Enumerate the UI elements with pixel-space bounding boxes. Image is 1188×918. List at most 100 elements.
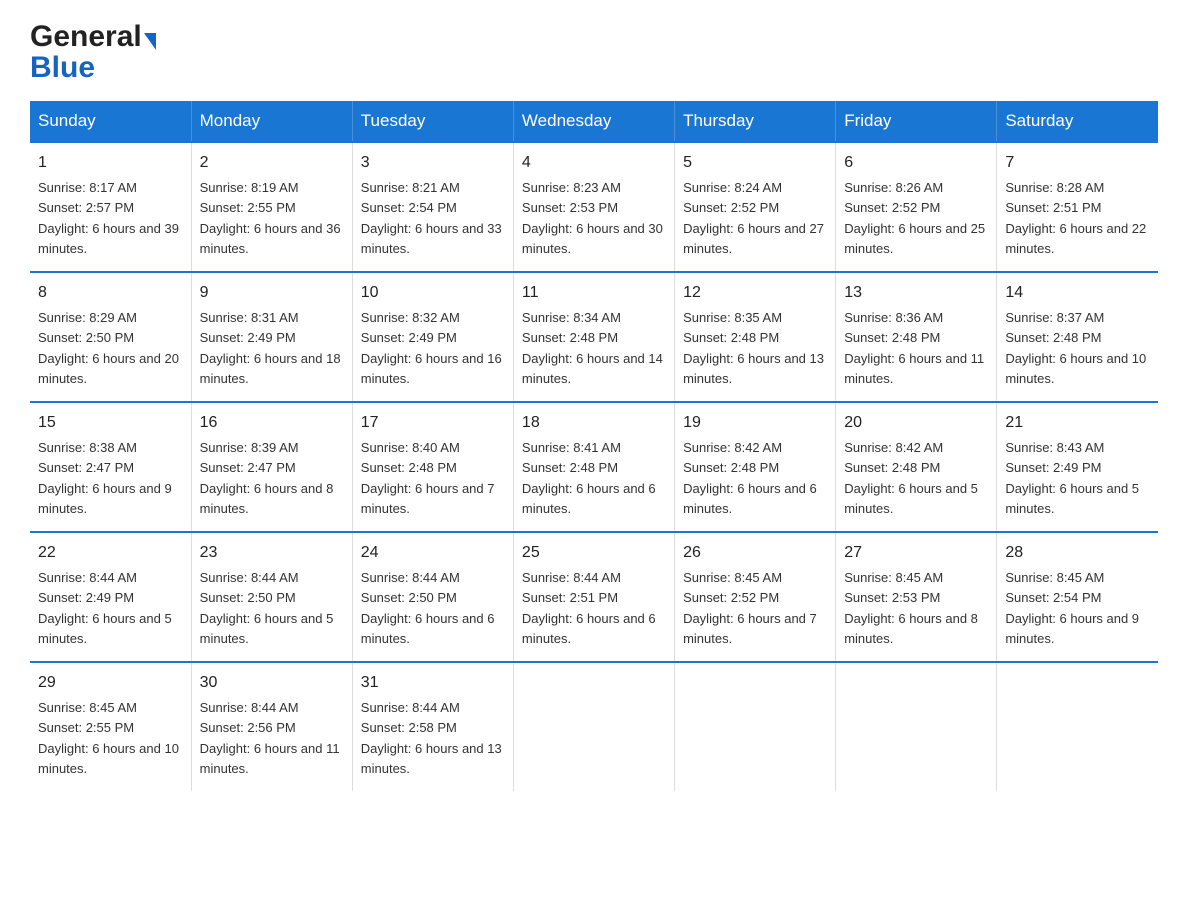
- day-info: Sunrise: 8:23 AMSunset: 2:53 PMDaylight:…: [522, 180, 663, 256]
- calendar-cell: 18 Sunrise: 8:41 AMSunset: 2:48 PMDayligh…: [513, 402, 674, 532]
- logo-blue: Blue: [30, 54, 95, 81]
- calendar-week-4: 22 Sunrise: 8:44 AMSunset: 2:49 PMDayligh…: [30, 532, 1158, 662]
- day-info: Sunrise: 8:36 AMSunset: 2:48 PMDaylight:…: [844, 310, 984, 386]
- day-number: 13: [844, 281, 988, 305]
- weekday-header-saturday: Saturday: [997, 101, 1158, 142]
- calendar-cell: 3Sunrise: 8:21 AMSunset: 2:54 PMDaylight…: [352, 142, 513, 272]
- day-info: Sunrise: 8:44 AMSunset: 2:56 PMDaylight:…: [200, 700, 340, 776]
- day-number: 5: [683, 151, 827, 175]
- day-info: Sunrise: 8:44 AMSunset: 2:58 PMDaylight:…: [361, 700, 502, 776]
- calendar-cell: 22 Sunrise: 8:44 AMSunset: 2:49 PMDayligh…: [30, 532, 191, 662]
- day-number: 19: [683, 411, 827, 435]
- calendar-cell: 21Sunrise: 8:43 AMSunset: 2:49 PMDayligh…: [997, 402, 1158, 532]
- calendar-header: SundayMondayTuesdayWednesdayThursdayFrid…: [30, 101, 1158, 142]
- calendar-cell: 16Sunrise: 8:39 AMSunset: 2:47 PMDayligh…: [191, 402, 352, 532]
- day-info: Sunrise: 8:44 AMSunset: 2:50 PMDaylight:…: [361, 570, 495, 646]
- calendar-cell: 7Sunrise: 8:28 AMSunset: 2:51 PMDaylight…: [997, 142, 1158, 272]
- calendar-cell: [836, 662, 997, 791]
- calendar-week-1: 1 Sunrise: 8:17 AMSunset: 2:57 PMDaylight…: [30, 142, 1158, 272]
- day-number: 25: [522, 541, 666, 565]
- day-number: 8: [38, 281, 183, 305]
- weekday-header-monday: Monday: [191, 101, 352, 142]
- calendar-cell: 20 Sunrise: 8:42 AMSunset: 2:48 PMDayligh…: [836, 402, 997, 532]
- calendar-cell: 5 Sunrise: 8:24 AMSunset: 2:52 PMDaylight…: [675, 142, 836, 272]
- calendar-cell: 26 Sunrise: 8:45 AMSunset: 2:52 PMDayligh…: [675, 532, 836, 662]
- day-number: 11: [522, 281, 666, 305]
- day-info: Sunrise: 8:19 AMSunset: 2:55 PMDaylight:…: [200, 180, 341, 256]
- calendar-cell: 9 Sunrise: 8:31 AMSunset: 2:49 PMDaylight…: [191, 272, 352, 402]
- calendar-cell: 29 Sunrise: 8:45 AMSunset: 2:55 PMDayligh…: [30, 662, 191, 791]
- day-number: 26: [683, 541, 827, 565]
- day-number: 20: [844, 411, 988, 435]
- weekday-header-tuesday: Tuesday: [352, 101, 513, 142]
- calendar-cell: 25 Sunrise: 8:44 AMSunset: 2:51 PMDayligh…: [513, 532, 674, 662]
- calendar-cell: 8 Sunrise: 8:29 AMSunset: 2:50 PMDaylight…: [30, 272, 191, 402]
- calendar-cell: 11 Sunrise: 8:34 AMSunset: 2:48 PMDayligh…: [513, 272, 674, 402]
- day-info: Sunrise: 8:32 AMSunset: 2:49 PMDaylight:…: [361, 310, 502, 386]
- weekday-header-wednesday: Wednesday: [513, 101, 674, 142]
- day-info: Sunrise: 8:34 AMSunset: 2:48 PMDaylight:…: [522, 310, 663, 386]
- weekday-header-thursday: Thursday: [675, 101, 836, 142]
- calendar-week-5: 29 Sunrise: 8:45 AMSunset: 2:55 PMDayligh…: [30, 662, 1158, 791]
- day-info: Sunrise: 8:43 AMSunset: 2:49 PMDaylight:…: [1005, 440, 1139, 516]
- day-number: 29: [38, 671, 183, 695]
- calendar-cell: 17Sunrise: 8:40 AMSunset: 2:48 PMDayligh…: [352, 402, 513, 532]
- weekday-header-sunday: Sunday: [30, 101, 191, 142]
- day-info: Sunrise: 8:37 AMSunset: 2:48 PMDaylight:…: [1005, 310, 1146, 386]
- day-info: Sunrise: 8:40 AMSunset: 2:48 PMDaylight:…: [361, 440, 495, 516]
- day-number: 10: [361, 281, 505, 305]
- day-info: Sunrise: 8:38 AMSunset: 2:47 PMDaylight:…: [38, 440, 172, 516]
- calendar-cell: 31Sunrise: 8:44 AMSunset: 2:58 PMDayligh…: [352, 662, 513, 791]
- calendar-cell: [997, 662, 1158, 791]
- weekday-header-friday: Friday: [836, 101, 997, 142]
- day-number: 4: [522, 151, 666, 175]
- calendar-table: SundayMondayTuesdayWednesdayThursdayFrid…: [30, 101, 1158, 791]
- day-info: Sunrise: 8:45 AMSunset: 2:54 PMDaylight:…: [1005, 570, 1139, 646]
- day-info: Sunrise: 8:45 AMSunset: 2:55 PMDaylight:…: [38, 700, 179, 776]
- page-header: General Blue: [30, 20, 1158, 81]
- day-info: Sunrise: 8:29 AMSunset: 2:50 PMDaylight:…: [38, 310, 179, 386]
- day-number: 30: [200, 671, 344, 695]
- calendar-cell: 14 Sunrise: 8:37 AMSunset: 2:48 PMDayligh…: [997, 272, 1158, 402]
- calendar-cell: 1 Sunrise: 8:17 AMSunset: 2:57 PMDaylight…: [30, 142, 191, 272]
- day-info: Sunrise: 8:35 AMSunset: 2:48 PMDaylight:…: [683, 310, 824, 386]
- calendar-cell: [675, 662, 836, 791]
- calendar-cell: 23Sunrise: 8:44 AMSunset: 2:50 PMDayligh…: [191, 532, 352, 662]
- day-info: Sunrise: 8:17 AMSunset: 2:57 PMDaylight:…: [38, 180, 179, 256]
- day-info: Sunrise: 8:31 AMSunset: 2:49 PMDaylight:…: [200, 310, 341, 386]
- day-number: 22: [38, 541, 183, 565]
- day-info: Sunrise: 8:44 AMSunset: 2:51 PMDaylight:…: [522, 570, 656, 646]
- day-number: 24: [361, 541, 505, 565]
- day-info: Sunrise: 8:45 AMSunset: 2:52 PMDaylight:…: [683, 570, 817, 646]
- day-info: Sunrise: 8:24 AMSunset: 2:52 PMDaylight:…: [683, 180, 824, 256]
- day-number: 23: [200, 541, 344, 565]
- calendar-cell: 4 Sunrise: 8:23 AMSunset: 2:53 PMDaylight…: [513, 142, 674, 272]
- day-number: 18: [522, 411, 666, 435]
- day-info: Sunrise: 8:41 AMSunset: 2:48 PMDaylight:…: [522, 440, 656, 516]
- day-number: 14: [1005, 281, 1150, 305]
- day-number: 2: [200, 151, 344, 175]
- day-number: 7: [1005, 151, 1150, 175]
- logo-general: General: [30, 20, 142, 54]
- calendar-cell: 2 Sunrise: 8:19 AMSunset: 2:55 PMDaylight…: [191, 142, 352, 272]
- day-number: 15: [38, 411, 183, 435]
- day-info: Sunrise: 8:42 AMSunset: 2:48 PMDaylight:…: [844, 440, 978, 516]
- calendar-week-3: 15 Sunrise: 8:38 AMSunset: 2:47 PMDayligh…: [30, 402, 1158, 532]
- calendar-cell: 15 Sunrise: 8:38 AMSunset: 2:47 PMDayligh…: [30, 402, 191, 532]
- day-number: 3: [361, 151, 505, 175]
- calendar-cell: 30 Sunrise: 8:44 AMSunset: 2:56 PMDayligh…: [191, 662, 352, 791]
- logo: General Blue: [30, 20, 156, 81]
- calendar-cell: 12Sunrise: 8:35 AMSunset: 2:48 PMDayligh…: [675, 272, 836, 402]
- day-info: Sunrise: 8:45 AMSunset: 2:53 PMDaylight:…: [844, 570, 978, 646]
- day-number: 9: [200, 281, 344, 305]
- calendar-cell: 6Sunrise: 8:26 AMSunset: 2:52 PMDaylight…: [836, 142, 997, 272]
- calendar-cell: [513, 662, 674, 791]
- calendar-cell: 28 Sunrise: 8:45 AMSunset: 2:54 PMDayligh…: [997, 532, 1158, 662]
- calendar-cell: 13 Sunrise: 8:36 AMSunset: 2:48 PMDayligh…: [836, 272, 997, 402]
- day-number: 28: [1005, 541, 1150, 565]
- day-info: Sunrise: 8:44 AMSunset: 2:49 PMDaylight:…: [38, 570, 172, 646]
- logo-triangle-icon: [144, 33, 156, 50]
- calendar-cell: 24 Sunrise: 8:44 AMSunset: 2:50 PMDayligh…: [352, 532, 513, 662]
- day-number: 1: [38, 151, 183, 175]
- day-info: Sunrise: 8:39 AMSunset: 2:47 PMDaylight:…: [200, 440, 334, 516]
